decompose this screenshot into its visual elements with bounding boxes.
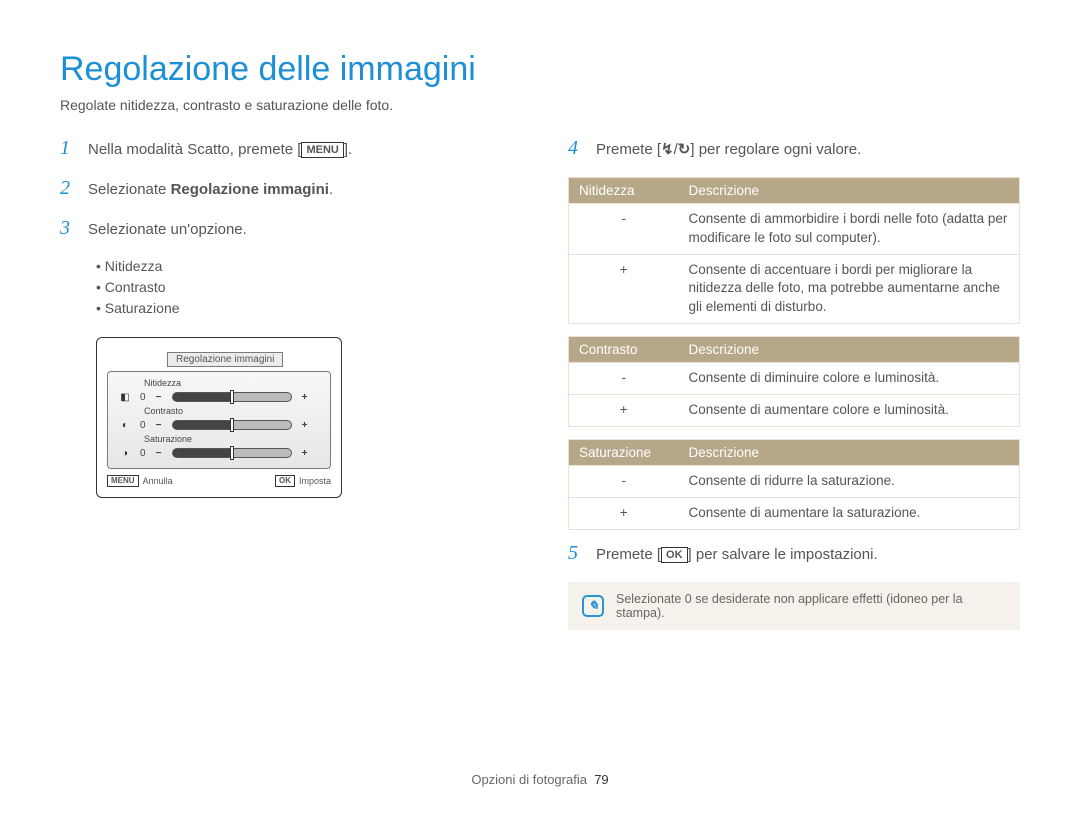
sharpness-icon: ◧: [118, 390, 132, 404]
step-1-text-b: ].: [344, 141, 352, 158]
step-1-text-a: Nella modalità Scatto, premete [: [88, 141, 301, 158]
panel-title: Regolazione immagini: [167, 352, 283, 367]
th: Descrizione: [679, 177, 1020, 203]
slider-label: Saturazione: [144, 434, 320, 444]
step-5: 5 Premete [OK] per salvare le impostazio…: [568, 542, 1020, 566]
slider-track: [172, 420, 292, 430]
sublist-item: Nitidezza: [96, 256, 520, 277]
step-2: 2 Selezionate Regolazione immagini.: [60, 177, 520, 201]
slider-row-contrasto: ◐ 0 − +: [118, 418, 320, 432]
cell-key: -: [569, 363, 679, 395]
page-title: Regolazione delle immagini: [60, 50, 1020, 89]
cell-key: +: [569, 497, 679, 529]
step-2-bold: Regolazione immagini: [171, 181, 329, 198]
sublist-item: Contrasto: [96, 277, 520, 298]
timer-icon: ↻: [678, 141, 691, 158]
footer-section: Opzioni di fotografia: [471, 772, 587, 787]
step-3: 3 Selezionate un'opzione.: [60, 217, 520, 241]
table-row: + Consente di aumentare la saturazione.: [569, 497, 1020, 529]
cell-key: -: [569, 465, 679, 497]
table-nitidezza: Nitidezza Descrizione - Consente di ammo…: [568, 177, 1020, 324]
slider-zero: 0: [140, 448, 146, 459]
step-5-tail: per salvare le impostazioni.: [692, 546, 878, 563]
menu-key-icon: MENU: [107, 475, 139, 487]
flash-icon: ↯: [661, 141, 674, 158]
th: Descrizione: [679, 439, 1020, 465]
ok-key-icon: OK: [275, 475, 295, 487]
table-saturazione: Saturazione Descrizione - Consente di ri…: [568, 439, 1020, 530]
footer-page-number: 79: [594, 772, 608, 787]
step-4: 4 Premete [↯/↻] per regolare ogni valore…: [568, 137, 1020, 161]
step-number: 5: [568, 542, 582, 565]
slider-track: [172, 392, 292, 402]
slider-zero: 0: [140, 420, 146, 431]
table-row: - Consente di ridurre la saturazione.: [569, 465, 1020, 497]
cell-value: Consente di aumentare colore e luminosit…: [679, 395, 1020, 427]
minus-icon: −: [154, 392, 164, 403]
step-5-text-a: Premete [: [596, 546, 661, 563]
cell-value: Consente di diminuire colore e luminosit…: [679, 363, 1020, 395]
step-number: 3: [60, 217, 74, 240]
table-row: + Consente di accentuare i bordi per mig…: [569, 254, 1020, 324]
sublist-item: Saturazione: [96, 298, 520, 319]
cell-value: Consente di aumentare la saturazione.: [679, 497, 1020, 529]
plus-icon: +: [300, 420, 310, 431]
table-row: - Consente di ammorbidire i bordi nelle …: [569, 203, 1020, 254]
slider-label: Nitidezza: [144, 378, 320, 388]
slider-row-nitidezza: ◧ 0 − +: [118, 390, 320, 404]
table-row: + Consente di aumentare colore e luminos…: [569, 395, 1020, 427]
plus-icon: +: [300, 448, 310, 459]
note-box: ✎ Selezionate 0 se desiderate non applic…: [568, 582, 1020, 630]
slider-row-saturazione: ◑ 0 − +: [118, 446, 320, 460]
minus-icon: −: [154, 420, 164, 431]
minus-icon: −: [154, 448, 164, 459]
cell-key: +: [569, 254, 679, 324]
ok-key-icon: OK: [661, 547, 688, 563]
th: Nitidezza: [569, 177, 679, 203]
cell-key: +: [569, 395, 679, 427]
plus-icon: +: [300, 392, 310, 403]
note-text: Selezionate 0 se desiderate non applicar…: [616, 592, 1006, 620]
page-footer: Opzioni di fotografia 79: [0, 772, 1080, 787]
table-contrasto: Contrasto Descrizione - Consente di dimi…: [568, 336, 1020, 427]
device-screenshot: Regolazione immagini Nitidezza ◧ 0 − + C…: [96, 337, 520, 498]
step-2-text-a: Selezionate: [88, 181, 171, 198]
cell-key: -: [569, 203, 679, 254]
page-subtitle: Regolate nitidezza, contrasto e saturazi…: [60, 97, 1020, 113]
slider-track: [172, 448, 292, 458]
th: Saturazione: [569, 439, 679, 465]
step-2-text-b: .: [329, 181, 333, 198]
slider-label: Contrasto: [144, 406, 320, 416]
step-4-tail: per regolare ogni valore.: [695, 141, 862, 158]
table-row: - Consente di diminuire colore e luminos…: [569, 363, 1020, 395]
step-number: 2: [60, 177, 74, 200]
step-1: 1 Nella modalità Scatto, premete [MENU].: [60, 137, 520, 161]
panel-cancel-label: Annulla: [143, 476, 173, 486]
step-number: 4: [568, 137, 582, 160]
cell-value: Consente di accentuare i bordi per migli…: [679, 254, 1020, 324]
th: Contrasto: [569, 337, 679, 363]
note-icon: ✎: [582, 595, 604, 617]
step-4-text-a: Premete [: [596, 141, 661, 158]
contrast-icon: ◐: [118, 418, 132, 432]
saturation-icon: ◑: [118, 446, 132, 460]
panel-set-label: Imposta: [299, 476, 331, 486]
step-3-text: Selezionate un'opzione.: [88, 219, 520, 241]
th: Descrizione: [679, 337, 1020, 363]
menu-key-icon: MENU: [301, 142, 343, 158]
step-number: 1: [60, 137, 74, 160]
step-3-sublist: Nitidezza Contrasto Saturazione: [96, 256, 520, 319]
cell-value: Consente di ridurre la saturazione.: [679, 465, 1020, 497]
slider-zero: 0: [140, 392, 146, 403]
cell-value: Consente di ammorbidire i bordi nelle fo…: [679, 203, 1020, 254]
